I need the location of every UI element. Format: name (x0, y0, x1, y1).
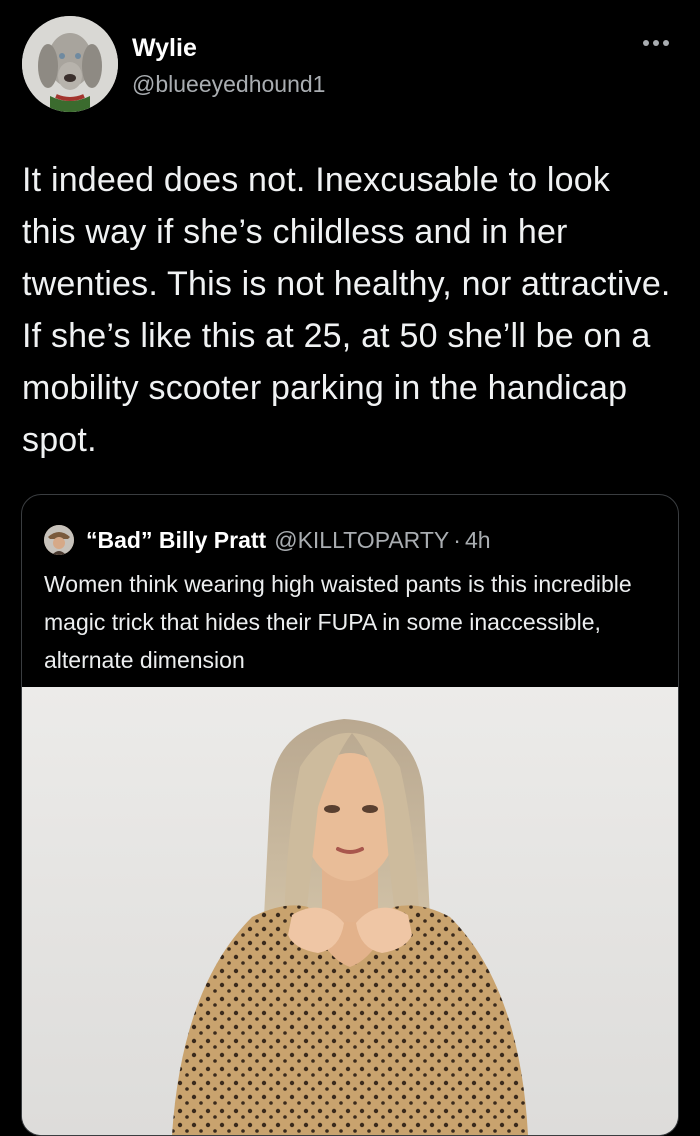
quoted-author-avatar[interactable] (44, 525, 74, 555)
quoted-author-name[interactable]: “Bad” Billy Pratt (86, 527, 266, 554)
author-avatar[interactable] (22, 16, 118, 112)
quoted-tweet-header: “Bad” Billy Pratt @KILLTOPARTY · 4h (44, 523, 491, 557)
quoted-tweet-text: Women think wearing high waisted pants i… (44, 571, 632, 673)
more-horizontal-icon[interactable] (636, 34, 676, 52)
author-name[interactable]: Wylie (132, 34, 197, 62)
quoted-tweet-card[interactable]: “Bad” Billy Pratt @KILLTOPARTY · 4h Wome… (21, 494, 679, 1136)
tweet-text: It indeed does not. Inexcusable to look … (22, 161, 671, 459)
quoted-author-handle[interactable]: @KILLTOPARTY (274, 527, 449, 554)
tweet: Wylie @blueeyedhound1 It indeed does not… (0, 0, 700, 1136)
quoted-tweet-time[interactable]: 4h (465, 527, 491, 554)
author-handle[interactable]: @blueeyedhound1 (132, 71, 325, 97)
quoted-tweet-photo[interactable] (22, 687, 678, 1135)
separator-dot: · (453, 526, 461, 553)
